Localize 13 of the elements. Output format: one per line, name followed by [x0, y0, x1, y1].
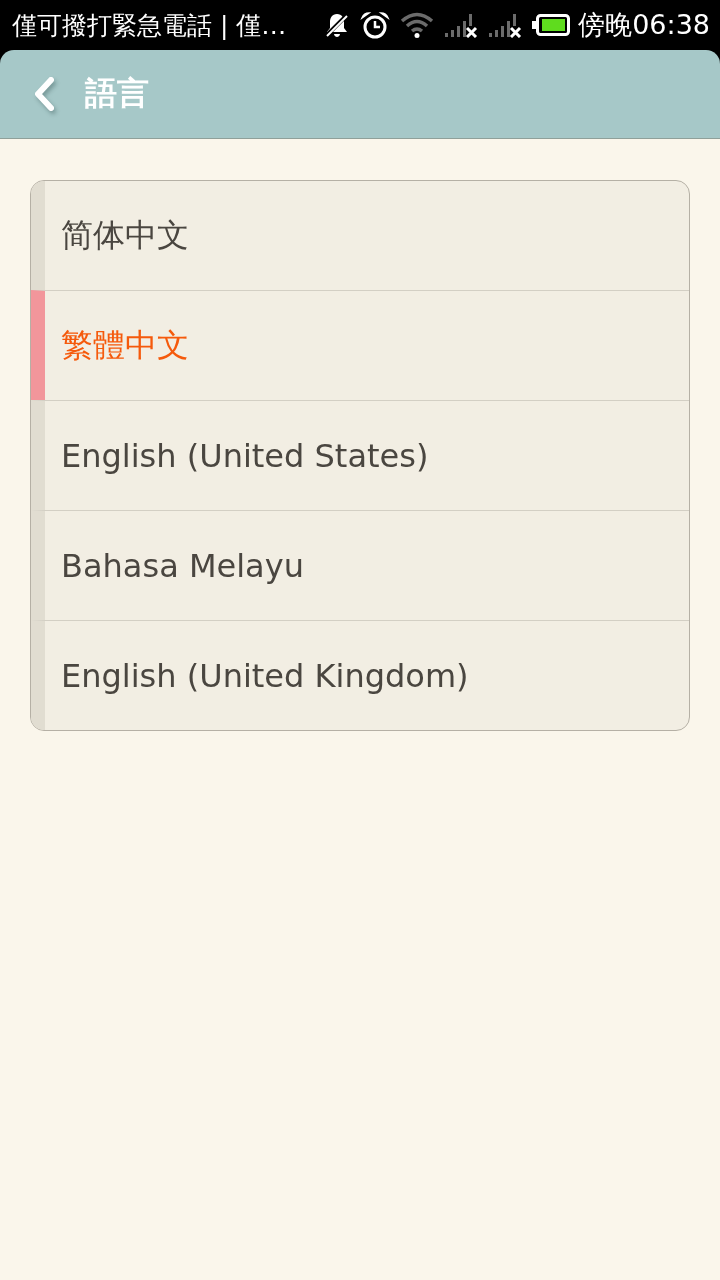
clock-time: 傍晚06:38 — [578, 8, 710, 42]
battery-icon — [532, 14, 571, 36]
language-option[interactable]: Bahasa Melayu — [31, 510, 689, 620]
language-option[interactable]: English (United States) — [31, 400, 689, 510]
page-title: 語言 — [85, 73, 149, 114]
language-option[interactable]: 简体中文 — [31, 181, 689, 290]
no-signal-icon — [488, 12, 523, 38]
bell-off-icon — [324, 12, 351, 38]
language-option[interactable]: English (United Kingdom) — [31, 620, 689, 730]
no-signal-icon — [444, 12, 479, 38]
notification-text: 僅可撥打緊急電話 | 僅… — [12, 9, 287, 42]
wifi-icon — [400, 12, 435, 38]
alarm-clock-icon — [360, 11, 391, 39]
